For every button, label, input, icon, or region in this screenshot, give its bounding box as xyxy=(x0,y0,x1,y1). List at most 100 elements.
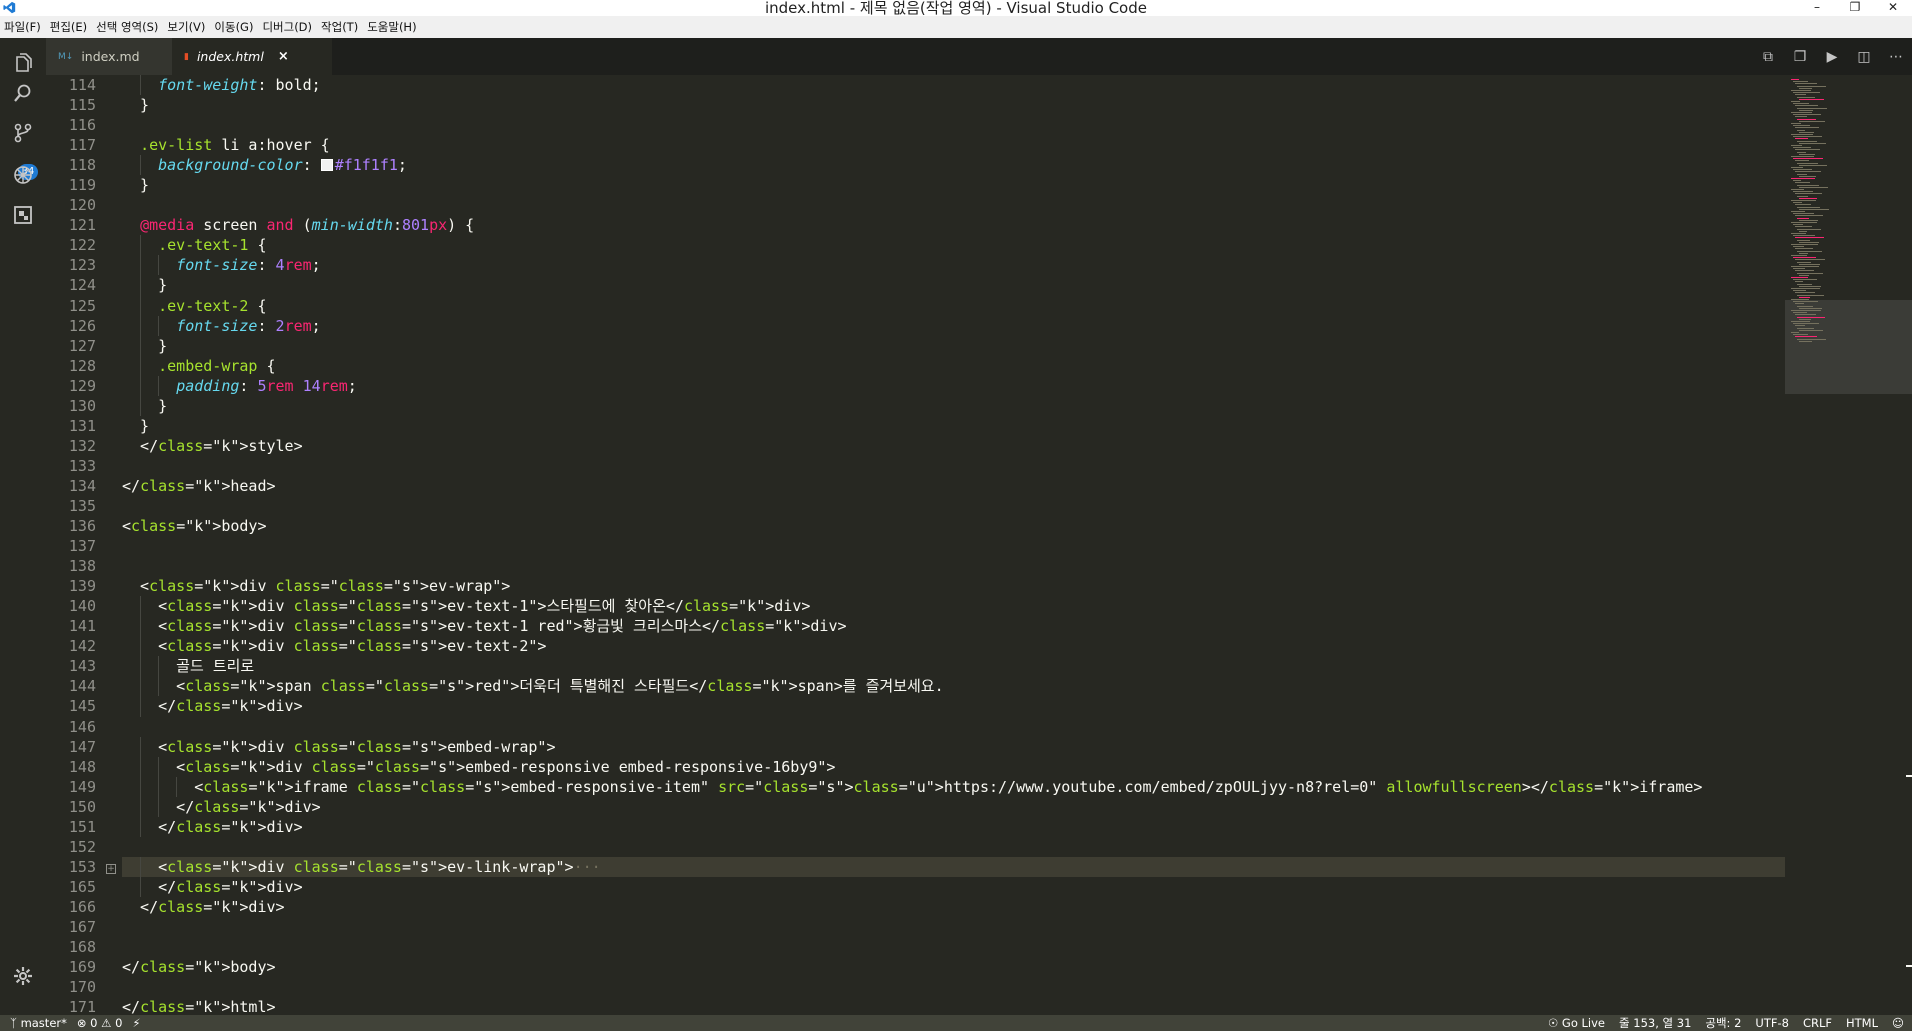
code-line[interactable]: .ev-text-1 { xyxy=(122,235,1829,256)
code-line[interactable] xyxy=(122,556,1829,576)
open-changes-icon[interactable]: ⧉ xyxy=(1752,49,1784,65)
menu-debug[interactable]: 디버그(D) xyxy=(258,19,317,35)
explorer-icon[interactable] xyxy=(8,48,38,78)
activity-bar: 34 xyxy=(0,38,46,1015)
open-preview-icon[interactable]: ❐ xyxy=(1784,49,1816,65)
code-line[interactable]: <class="k">div class="class="s">embed-re… xyxy=(122,756,1829,777)
minimap-line xyxy=(1795,259,1825,261)
line-ending[interactable]: CRLF xyxy=(1803,1015,1832,1031)
minimap-line xyxy=(1795,182,1810,184)
close-window-icon[interactable]: ✕ xyxy=(1874,0,1912,16)
minimap-line xyxy=(1799,307,1822,309)
code-line[interactable]: font-weight: bold; xyxy=(122,75,1829,96)
code-line[interactable]: } xyxy=(122,275,1829,296)
menu-file[interactable]: 파일(F) xyxy=(0,19,46,35)
code-line[interactable]: <class="k">div class="class="s">ev-link-… xyxy=(122,856,1829,877)
code-line[interactable]: </class="k">body> xyxy=(122,957,1829,977)
minimap-line xyxy=(1797,96,1815,98)
feedback-icon[interactable]: ☺ xyxy=(1892,1015,1904,1031)
code-line[interactable] xyxy=(122,837,1829,857)
more-actions-icon[interactable]: ⋯ xyxy=(1880,49,1912,65)
code-line[interactable] xyxy=(122,456,1829,476)
code-line[interactable]: padding: 5rem 14rem; xyxy=(122,375,1829,396)
code-line[interactable]: @media screen and (min-width:801px) { xyxy=(122,215,1829,235)
code-line[interactable]: <class="k">iframe class="class="s">embed… xyxy=(122,776,1829,797)
code-line[interactable]: <class="k">body> xyxy=(122,516,1829,536)
source-control-icon[interactable] xyxy=(8,118,38,148)
extensions-icon[interactable] xyxy=(8,200,38,230)
code-line[interactable] xyxy=(122,977,1829,997)
minimap[interactable] xyxy=(1785,75,1912,1015)
code-line[interactable]: </class="k">div> xyxy=(122,816,1829,837)
code-line[interactable]: } xyxy=(122,95,1829,115)
code-line[interactable] xyxy=(122,115,1829,135)
code-line[interactable]: 골드 트리로 xyxy=(122,656,1829,677)
code-line[interactable]: font-size: 2rem; xyxy=(122,315,1829,336)
tab-index-md[interactable]: M↓ index.md xyxy=(46,38,172,75)
code-line[interactable]: </class="k">div> xyxy=(122,897,1829,917)
code-line[interactable]: <class="k">div class="class="s">embed-wr… xyxy=(122,736,1829,757)
code-line[interactable]: } xyxy=(122,416,1829,436)
menu-go[interactable]: 이동(G) xyxy=(210,19,258,35)
cursor-position[interactable]: 줄 153, 열 31 xyxy=(1619,1015,1691,1031)
code-line[interactable]: <class="k">span class="class="s">red">더욱… xyxy=(122,676,1829,697)
menu-edit[interactable]: 편집(E) xyxy=(46,19,92,35)
fold-expand-icon[interactable]: + xyxy=(106,864,116,874)
html-icon: ▮ xyxy=(184,51,189,62)
encoding[interactable]: UTF-8 xyxy=(1755,1015,1789,1031)
code-line[interactable]: .embed-wrap { xyxy=(122,355,1829,376)
minimize-icon[interactable]: – xyxy=(1798,0,1836,16)
run-icon[interactable]: ▶ xyxy=(1816,49,1848,65)
close-tab-icon[interactable]: × xyxy=(278,49,289,64)
code-editor[interactable]: 114 115 116 117 118 119 120 121 122 123 124 125 126 1… xyxy=(46,75,1912,1015)
minimap-line xyxy=(1799,175,1816,177)
code-line[interactable]: <class="k">div class="class="s">ev-text-… xyxy=(122,616,1829,637)
code-line[interactable] xyxy=(122,717,1829,737)
minimap-line xyxy=(1797,272,1823,274)
split-editor-icon[interactable]: ◫ xyxy=(1848,49,1880,65)
code-area[interactable]: font-weight: bold; } .ev-list li a:hover… xyxy=(122,75,1829,1015)
menu-tasks[interactable]: 작업(T) xyxy=(317,19,363,35)
code-line[interactable] xyxy=(122,937,1829,957)
minimap-line xyxy=(1793,235,1815,237)
problems-indicator[interactable]: ⊗ 0 ⚠ 0 xyxy=(77,1015,123,1031)
code-line[interactable]: </class="k">html> xyxy=(122,997,1829,1015)
code-line[interactable]: </class="k">head> xyxy=(122,476,1829,496)
go-live-button[interactable]: ☉ Go Live xyxy=(1548,1015,1605,1031)
minimap-line xyxy=(1797,162,1818,164)
menu-help[interactable]: 도움말(H) xyxy=(363,19,421,35)
code-line[interactable]: </class="k">div> xyxy=(122,876,1829,897)
code-line[interactable]: </class="k">div> xyxy=(122,696,1829,717)
code-line[interactable]: } xyxy=(122,175,1829,195)
code-line[interactable] xyxy=(122,917,1829,937)
code-line[interactable]: .ev-list li a:hover { xyxy=(122,135,1829,155)
code-line[interactable]: <class="k">div class="class="s">ev-text-… xyxy=(122,596,1829,617)
indentation[interactable]: 공백: 2 xyxy=(1705,1015,1741,1031)
menu-view[interactable]: 보기(V) xyxy=(163,19,210,35)
menu-selection[interactable]: 선택 영역(S) xyxy=(92,19,163,35)
search-icon[interactable] xyxy=(8,78,38,108)
git-branch[interactable]: ᛉ master* xyxy=(10,1015,67,1031)
code-line[interactable]: font-size: 4rem; xyxy=(122,255,1829,276)
code-line[interactable]: } xyxy=(122,335,1829,356)
code-line[interactable] xyxy=(122,195,1829,215)
language-mode[interactable]: HTML xyxy=(1846,1015,1878,1031)
minimap-line xyxy=(1793,158,1823,160)
minimap-line xyxy=(1799,153,1815,155)
code-line[interactable]: .ev-text-2 { xyxy=(122,295,1829,316)
code-line[interactable]: <class="k">div class="class="s">ev-wrap"… xyxy=(122,576,1829,596)
debug-icon[interactable] xyxy=(8,160,38,190)
code-line[interactable]: <class="k">div class="class="s">ev-text-… xyxy=(122,636,1829,657)
code-line[interactable]: } xyxy=(122,395,1829,416)
code-line[interactable]: </class="k">div> xyxy=(122,796,1829,817)
lightning-icon[interactable]: ⚡ xyxy=(132,1015,140,1031)
tab-index-html[interactable]: ▮ index.html × xyxy=(172,38,332,75)
code-line[interactable]: </class="k">style> xyxy=(122,436,1829,456)
code-line[interactable] xyxy=(122,496,1829,516)
minimap-line xyxy=(1791,79,1799,80)
code-line[interactable]: background-color: #f1f1f1; xyxy=(122,155,1829,176)
settings-gear-icon[interactable] xyxy=(8,961,38,991)
minimap-line xyxy=(1793,312,1807,314)
restore-icon[interactable]: ❐ xyxy=(1836,0,1874,16)
code-line[interactable] xyxy=(122,536,1829,556)
